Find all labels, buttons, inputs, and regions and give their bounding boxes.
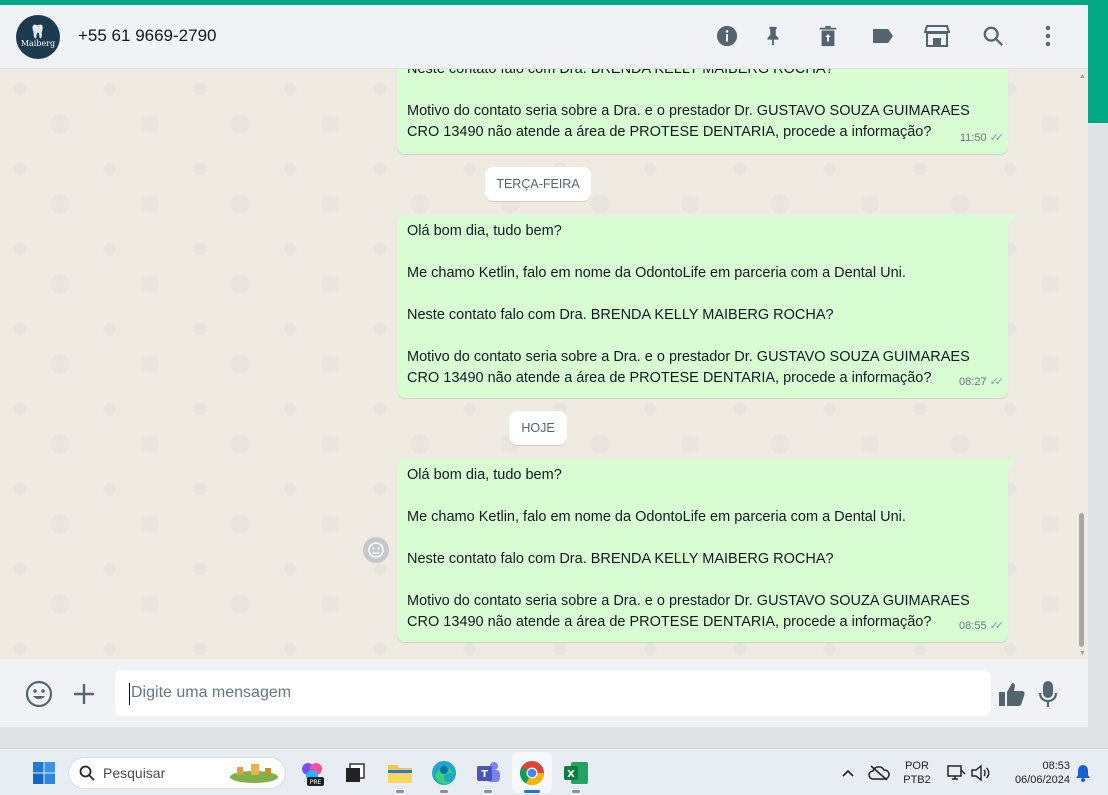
chat-messages-area[interactable]: Neste contato falo com Dra. BRENDA KELLY… bbox=[0, 69, 1088, 659]
delete-icon[interactable] bbox=[815, 23, 841, 49]
bubble-tail bbox=[1008, 459, 1016, 469]
window-right-accent bbox=[1088, 5, 1108, 123]
chrome-icon[interactable] bbox=[517, 758, 547, 788]
taskbar-search[interactable]: Pesquisar bbox=[68, 757, 286, 789]
tooth-logo-icon: 🦷 bbox=[29, 25, 47, 40]
input-language[interactable]: POR PTB2 bbox=[900, 759, 934, 787]
teams-icon[interactable]: T bbox=[473, 758, 503, 788]
message-text: Neste contato falo com Dra. BRENDA KELLY… bbox=[407, 307, 834, 323]
show-hidden-icons-chevron-icon[interactable] bbox=[833, 758, 863, 788]
scroll-up-arrow-icon[interactable]: ▲ bbox=[1079, 73, 1086, 80]
message-composer bbox=[0, 659, 1088, 727]
windows-taskbar: Pesquisar PRE T X POR PTB2 08:53 06/06/2… bbox=[0, 748, 1108, 795]
double-check-icon: ✓✓ bbox=[989, 132, 1005, 144]
microphone-icon[interactable] bbox=[1034, 680, 1062, 708]
message-meta: 11:50 ✓✓ bbox=[959, 128, 1005, 149]
search-icon bbox=[79, 765, 95, 781]
file-explorer-icon[interactable] bbox=[385, 758, 415, 788]
message-text: Motivo do contato seria sobre a Dra. e o… bbox=[407, 103, 970, 140]
message-text: Motivo do contato seria sobre a Dra. e o… bbox=[407, 593, 970, 630]
running-indicator bbox=[484, 790, 492, 793]
message-text: Neste contato falo com Dra. BRENDA KELLY… bbox=[407, 69, 834, 77]
running-indicator bbox=[396, 790, 404, 793]
message-input[interactable] bbox=[115, 670, 991, 716]
label-icon[interactable] bbox=[870, 23, 896, 49]
edge-browser-icon[interactable] bbox=[429, 758, 459, 788]
text-caret bbox=[129, 683, 130, 705]
attach-plus-icon[interactable] bbox=[70, 680, 98, 708]
language-code: POR bbox=[905, 760, 929, 772]
clock-date: 06/06/2024 bbox=[1014, 774, 1070, 786]
notification-bell-icon[interactable] bbox=[1068, 758, 1098, 788]
message-time: 11:50 bbox=[959, 132, 987, 144]
contact-name[interactable]: +55 61 9669-2790 bbox=[78, 26, 217, 46]
message-text: Olá bom dia, tudo bem? bbox=[407, 223, 562, 239]
message-text: Me chamo Ketlin, falo em nome da OdontoL… bbox=[407, 509, 906, 525]
taskbar-search-label: Pesquisar bbox=[103, 765, 166, 781]
message-text: Olá bom dia, tudo bem? bbox=[407, 467, 562, 483]
scrollbar-thumb[interactable] bbox=[1079, 513, 1084, 647]
avatar-logo-text: Maiberg bbox=[20, 39, 56, 48]
contact-avatar[interactable]: 🦷 Maiberg bbox=[16, 15, 60, 59]
more-options-icon[interactable] bbox=[1035, 23, 1061, 49]
chat-header: 🦷 Maiberg +55 61 9669-2790 bbox=[0, 5, 1088, 69]
keyboard-layout: PTB2 bbox=[903, 774, 931, 786]
catalog-store-icon[interactable] bbox=[924, 23, 950, 49]
bubble-tail bbox=[1008, 215, 1016, 225]
thumbs-up-icon[interactable] bbox=[998, 680, 1026, 708]
task-view-icon[interactable] bbox=[340, 758, 370, 788]
running-indicator bbox=[440, 790, 448, 793]
copilot-badge: PRE bbox=[310, 779, 322, 786]
smiley-icon bbox=[368, 542, 384, 558]
outgoing-message[interactable]: Neste contato falo com Dra. BRENDA KELLY… bbox=[397, 69, 1008, 154]
search-highlight-image-icon bbox=[230, 764, 278, 783]
search-icon[interactable] bbox=[980, 23, 1006, 49]
message-meta: 08:55 ✓✓ bbox=[959, 616, 1005, 637]
onedrive-offline-icon[interactable] bbox=[864, 758, 894, 788]
active-indicator bbox=[524, 790, 540, 793]
svg-text:T: T bbox=[481, 769, 488, 780]
day-separator: TERÇA-FEIRA bbox=[485, 167, 591, 201]
emoji-react-button[interactable] bbox=[363, 537, 389, 563]
copilot-icon[interactable]: PRE bbox=[297, 758, 327, 788]
message-time: 08:27 bbox=[959, 376, 987, 388]
pin-icon[interactable] bbox=[760, 23, 786, 49]
excel-icon[interactable]: X bbox=[561, 758, 591, 788]
outgoing-message[interactable]: Olá bom dia, tudo bem? Me chamo Ketlin, … bbox=[397, 215, 1016, 398]
day-separator: HOJE bbox=[509, 411, 567, 445]
scroll-down-arrow-icon[interactable]: ▼ bbox=[1079, 650, 1086, 657]
message-text: Me chamo Ketlin, falo em nome da OdontoL… bbox=[407, 265, 906, 281]
volume-icon[interactable] bbox=[965, 758, 995, 788]
running-indicator bbox=[572, 790, 580, 793]
windows-start-icon[interactable] bbox=[29, 758, 59, 788]
system-clock[interactable]: 08:53 06/06/2024 bbox=[1000, 759, 1070, 787]
message-text: Motivo do contato seria sobre a Dra. e o… bbox=[407, 349, 970, 386]
message-time: 08:55 bbox=[959, 620, 987, 632]
svg-text:X: X bbox=[567, 769, 575, 780]
whatsapp-window: 🦷 Maiberg +55 61 9669-2790 Neste contato bbox=[0, 5, 1088, 727]
info-icon[interactable] bbox=[714, 23, 740, 49]
clock-time: 08:53 bbox=[1042, 760, 1070, 772]
outgoing-message[interactable]: Olá bom dia, tudo bem? Me chamo Ketlin, … bbox=[397, 459, 1016, 642]
message-meta: 08:27 ✓✓ bbox=[959, 372, 1005, 393]
double-check-icon: ✓✓ bbox=[989, 620, 1005, 632]
message-text: Neste contato falo com Dra. BRENDA KELLY… bbox=[407, 551, 834, 567]
chat-scrollbar[interactable]: ▲ ▼ bbox=[1076, 69, 1088, 659]
double-check-icon: ✓✓ bbox=[989, 376, 1005, 388]
emoji-icon[interactable] bbox=[25, 680, 53, 708]
